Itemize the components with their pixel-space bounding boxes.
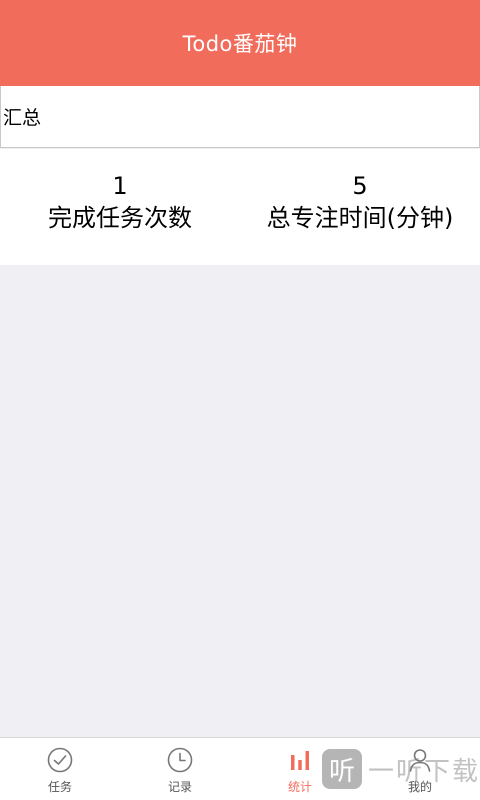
stat-completed-tasks: 1 完成任务次数 bbox=[0, 149, 240, 265]
stat-value: 5 bbox=[352, 172, 368, 200]
bar-chart-icon bbox=[291, 750, 309, 770]
tab-label: 我的 bbox=[407, 779, 432, 794]
tab-label: 统计 bbox=[287, 779, 312, 794]
tab-label: 记录 bbox=[167, 779, 192, 794]
tab-statistics[interactable]: 统计 bbox=[240, 738, 360, 800]
content-area bbox=[0, 265, 480, 737]
tab-tasks[interactable]: 任务 bbox=[0, 738, 120, 800]
bottom-tab-bar: 任务 记录 统计 我的 bbox=[0, 737, 480, 800]
check-circle-icon bbox=[47, 747, 73, 772]
stat-label: 总专注时间(分钟) bbox=[266, 204, 454, 232]
tab-label: 任务 bbox=[47, 779, 72, 794]
stat-label: 完成任务次数 bbox=[48, 204, 192, 232]
stat-focus-time: 5 总专注时间(分钟) bbox=[240, 149, 480, 265]
clock-icon bbox=[167, 747, 193, 772]
tab-mine[interactable]: 我的 bbox=[360, 738, 480, 800]
stat-value: 1 bbox=[112, 172, 128, 200]
page-title: Todo番茄钟 bbox=[182, 32, 298, 56]
tab-records[interactable]: 记录 bbox=[120, 738, 240, 800]
stats-panel: 1 完成任务次数 5 总专注时间(分钟) bbox=[0, 149, 480, 265]
user-icon bbox=[409, 748, 431, 772]
summary-title: 汇总 bbox=[3, 107, 42, 129]
summary-section-header: 汇总 bbox=[0, 86, 480, 148]
app-header: Todo番茄钟 bbox=[0, 0, 480, 86]
